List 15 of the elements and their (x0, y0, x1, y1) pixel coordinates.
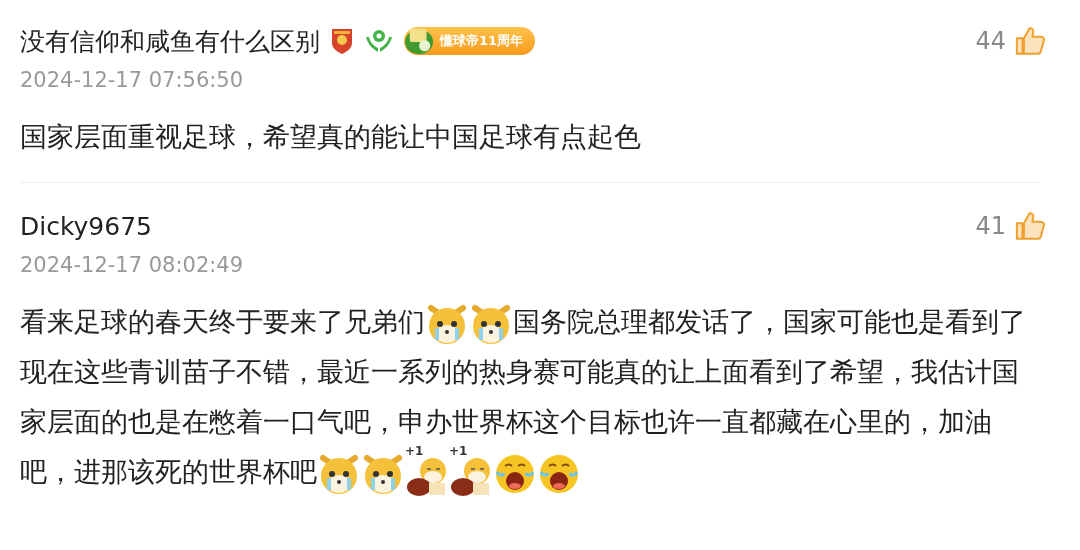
username[interactable]: 没有信仰和咸鱼有什么区别 (20, 24, 320, 58)
like-count: 44 (975, 27, 1006, 55)
username[interactable]: Dicky9675 (20, 211, 152, 241)
comment-time: 2024-12-17 07:56:50 (20, 68, 245, 92)
plus-one-dog-emoji: +1 (449, 448, 493, 499)
comment-text: 国家层面重视足球，希望真的能让中国足球有点起色 (20, 120, 642, 154)
hands-ball-icon (364, 27, 394, 55)
comment-time: 2024-12-17 08:02:49 (20, 253, 245, 277)
anniversary-badge: 懂球帝11周年 (404, 27, 536, 55)
comment-text: 看来足球的春天终于要来了兄弟们 国务院总理都发话了，国家可能也是看到了现在这些青训苗子不错，最近一系列的热身赛可能真的让上面看到了希望，我估计国家层面的也是在憋着一口气吧，申办世界杯这个目标也许一直都藏在心里的，加油吧，进那该死的世界杯吧 +1 +1 (20, 297, 1032, 499)
thumbs-up-icon[interactable] (1014, 24, 1048, 58)
thumbs-up-icon[interactable] (1014, 209, 1048, 243)
plus-one-dog-emoji: +1 (405, 448, 449, 499)
like-count: 41 (975, 212, 1006, 240)
shield-emblem-icon (330, 27, 354, 55)
